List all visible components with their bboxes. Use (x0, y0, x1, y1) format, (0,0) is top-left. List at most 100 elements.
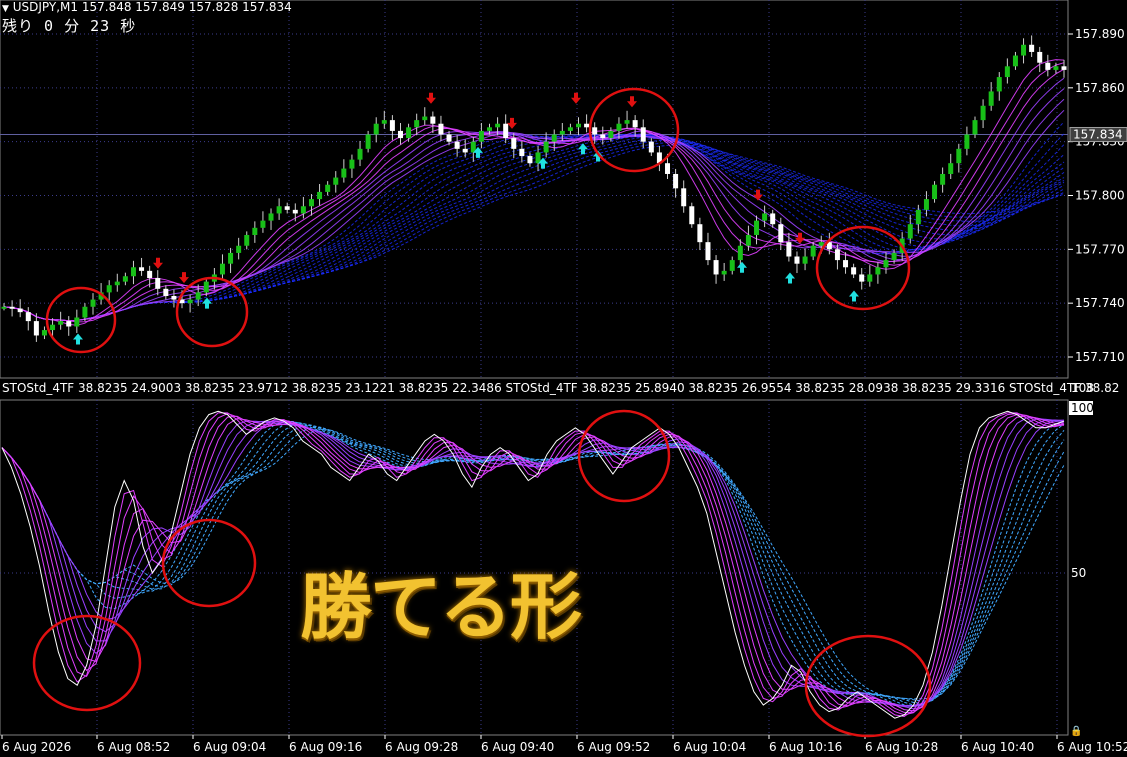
candle-body (624, 120, 630, 124)
price-ma-line (3, 141, 1065, 322)
candle-body (891, 252, 897, 261)
price-tick-label: 157.860 (1075, 81, 1125, 95)
highlight-circle (161, 518, 257, 608)
candle-body (721, 270, 727, 275)
candle-body (762, 213, 768, 221)
symbol-quote-line: USDJPY,M1 157.848 157.849 157.828 157.83… (12, 0, 292, 14)
candle-body (648, 141, 654, 153)
candle-body (236, 245, 242, 253)
buy-arrow-icon (737, 261, 747, 273)
candle-body (527, 156, 533, 164)
candle-body (1, 306, 7, 309)
candle-body (446, 134, 452, 142)
candle-body (462, 148, 468, 153)
candle-body (567, 127, 573, 131)
candle-body (794, 256, 800, 264)
candle-body (130, 267, 136, 277)
sell-arrow-icon (153, 257, 163, 269)
sell-arrow-icon (179, 272, 189, 284)
lock-icon: 🔒 (1070, 725, 1082, 737)
candle-body (139, 267, 145, 271)
candle-body (325, 184, 331, 192)
chart-header: ▼ USDJPY,M1 157.848 157.849 157.828 157.… (2, 0, 292, 14)
candle-body (956, 148, 962, 164)
price-ma-line (3, 121, 1065, 322)
candle-body (284, 206, 290, 210)
candle-body (915, 209, 921, 225)
buy-arrow-icon (849, 290, 859, 302)
candle-body (122, 276, 128, 282)
candle-body (737, 245, 743, 261)
x-tick-label: 6 Aug 09:28 (385, 740, 458, 754)
candle-body (697, 224, 703, 243)
candle-timer: 残り 0 分 23 秒 (2, 17, 137, 35)
candle-body (106, 285, 112, 293)
candle-body (25, 312, 31, 322)
candle-body (171, 295, 177, 300)
candle-body (932, 184, 938, 200)
candle-body (454, 141, 460, 149)
buy-arrow-icon (578, 143, 588, 155)
candle-body (333, 177, 339, 185)
candle-body (163, 288, 169, 296)
candle-body (114, 281, 120, 286)
candle-body (219, 263, 225, 275)
buy-arrow-icon (73, 333, 83, 345)
candle-body (964, 134, 970, 149)
candle-body (859, 274, 865, 282)
candle-body (778, 224, 784, 243)
candle-body (729, 260, 735, 271)
candle-body (406, 127, 412, 139)
candle-body (810, 245, 816, 257)
candle-body (50, 324, 56, 331)
candle-body (268, 213, 274, 221)
candle-body (616, 123, 622, 131)
candle-body (705, 242, 711, 261)
x-tick-label: 6 Aug 09:52 (577, 740, 650, 754)
candle-body (74, 317, 80, 327)
price-ma-line (3, 137, 1065, 322)
candle-body (948, 163, 954, 174)
candle-body (381, 120, 387, 124)
candle-body (834, 249, 840, 261)
candle-body (244, 234, 250, 246)
banner-text: 勝てる形 (300, 564, 582, 649)
candle-body (851, 267, 857, 275)
candle-body (551, 134, 557, 142)
candle-body (665, 163, 671, 174)
x-tick-label: 6 Aug 09:16 (289, 740, 362, 754)
x-tick-label: 6 Aug 09:04 (193, 740, 266, 754)
candle-body (519, 148, 525, 157)
x-tick-label: 6 Aug 2026 (2, 740, 71, 754)
candle-body (260, 220, 266, 228)
x-tick-label: 6 Aug 08:52 (97, 740, 170, 754)
x-tick-label: 6 Aug 10:16 (769, 740, 842, 754)
price-tick-label: 157.770 (1075, 242, 1125, 256)
price-ma-line (3, 139, 1065, 322)
collapse-triangle-icon[interactable]: ▼ (2, 4, 9, 14)
candle-body (673, 173, 679, 189)
candle-body (252, 227, 258, 235)
candle-body (389, 120, 395, 131)
candle-body (276, 206, 282, 214)
indicator-label: STOStd_4TF 38.8235 24.9003 38.8235 23.97… (2, 381, 1120, 395)
sell-arrow-icon (571, 92, 581, 104)
sell-arrow-icon (426, 92, 436, 104)
candle-body (1061, 66, 1067, 70)
candle-body (923, 199, 929, 210)
x-tick-label: 6 Aug 10:40 (961, 740, 1034, 754)
candle-body (980, 105, 986, 121)
candle-body (438, 123, 444, 135)
price-ma-line (3, 133, 1065, 322)
candle-body (770, 213, 776, 225)
candle-body (1012, 55, 1018, 67)
stoch-tick-label: 50 (1071, 566, 1086, 580)
candle-body (66, 321, 72, 327)
candle-body (883, 260, 889, 268)
candle-body (988, 91, 994, 106)
candle-body (187, 299, 193, 304)
price-tick-label: 157.890 (1075, 27, 1125, 41)
candle-body (147, 270, 153, 279)
candle-body (373, 123, 379, 135)
candle-body (155, 278, 161, 289)
